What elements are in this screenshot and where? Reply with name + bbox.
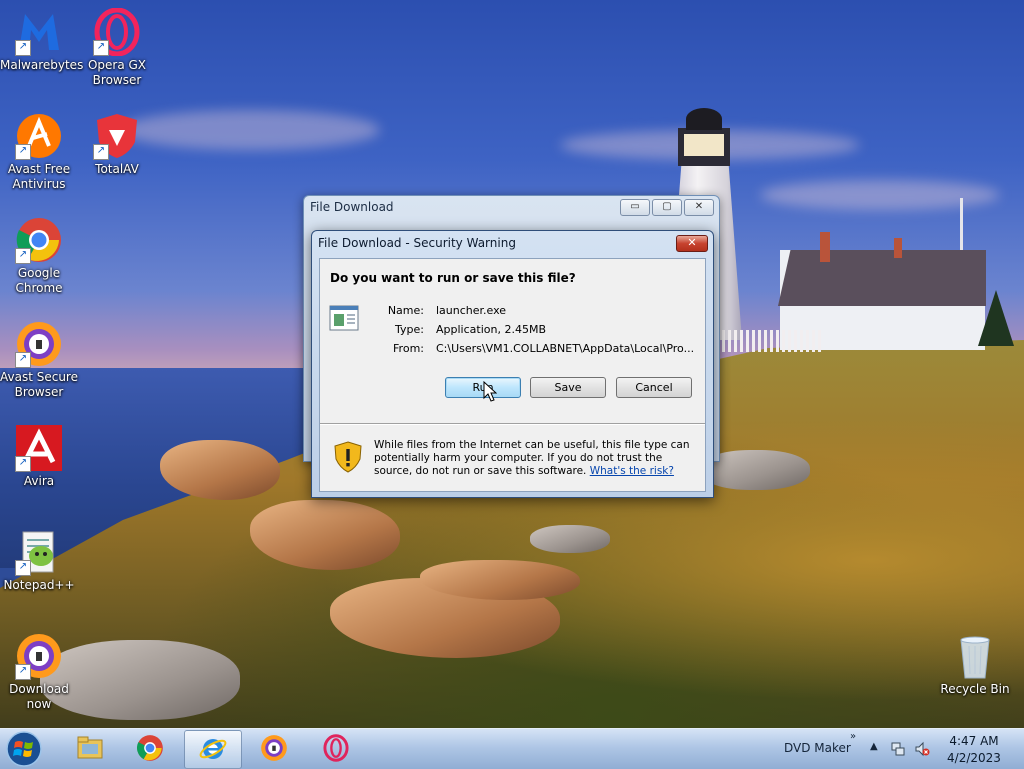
avast-secure-browser-icon: ↗ (15, 632, 63, 680)
recycle-bin-icon (951, 632, 999, 680)
application-file-icon (329, 305, 359, 331)
close-button[interactable]: ✕ (684, 199, 714, 216)
close-icon: ✕ (687, 236, 697, 249)
field-label: From: (393, 342, 424, 355)
show-hidden-icons-icon[interactable]: ▲ (870, 741, 878, 752)
file-path-value: C:\Users\VM1.COLLABNET\AppData\Local\Pro… (436, 342, 695, 355)
dvd-maker-toolbar-label[interactable]: DVD Maker (784, 741, 851, 755)
dialog-question: Do you want to run or save this file? (330, 271, 576, 285)
clock-time: 4:47 AM (949, 734, 999, 748)
desktop-icon-avira[interactable]: ↗ Avira (0, 424, 78, 489)
maximize-button[interactable]: ▢ (652, 199, 682, 216)
security-warning-dialog[interactable]: File Download - Security Warning ✕ Do yo… (311, 230, 714, 498)
volume-muted-icon[interactable] (914, 741, 930, 757)
chrome-icon: ↗ (15, 216, 63, 264)
taskbar-explorer[interactable] (62, 730, 118, 767)
avast-secure-browser-icon (261, 735, 287, 761)
field-label: Name: (387, 304, 424, 317)
file-type-value: Application, 2.45MB (436, 323, 546, 336)
dialog-close-button[interactable]: ✕ (676, 235, 708, 252)
fence (722, 330, 822, 352)
notepadpp-icon: ↗ (15, 528, 63, 576)
field-label: Type: (395, 323, 424, 336)
whats-the-risk-link[interactable]: What's the risk? (590, 465, 674, 477)
toolbar-chevron-icon[interactable]: » (850, 731, 856, 742)
desktop-icon-recycle-bin[interactable]: Recycle Bin (936, 632, 1014, 697)
desktop-icon-opera-gx[interactable]: ↗ Opera GX Browser (78, 7, 156, 88)
avira-icon: ↗ (15, 424, 63, 472)
lighthouse-light (684, 134, 724, 156)
chrome-icon (136, 735, 163, 761)
lighthouse-cap (686, 108, 722, 130)
file-name-value: launcher.exe (436, 304, 507, 317)
dialog-title: File Download - Security Warning (318, 236, 516, 250)
desktop-icon-notepadpp[interactable]: ↗ Notepad++ (0, 528, 78, 593)
chimney (894, 238, 902, 258)
system-clock[interactable]: 4:47 AM 4/2/2023 (944, 733, 1004, 767)
start-button[interactable] (4, 730, 44, 768)
taskbar-opera[interactable] (308, 730, 364, 767)
desktop-icon-totalav[interactable]: ↗ TotalAV (78, 112, 156, 177)
cloud (760, 180, 1000, 210)
window-title: File Download (310, 200, 394, 214)
taskbar-chrome[interactable] (122, 730, 178, 767)
taskbar: DVD Maker » ▲ 4:47 AM 4/2/2023 (0, 728, 1024, 769)
cloud (120, 110, 380, 150)
divider (320, 423, 705, 425)
windows-explorer-icon (77, 736, 103, 759)
rock (530, 525, 610, 553)
close-icon: ✕ (694, 201, 704, 212)
malwarebytes-icon: ↗ (15, 8, 63, 56)
totalav-icon: ↗ (93, 112, 141, 160)
desktop-icon-avast[interactable]: ↗ Avast Free Antivirus (0, 112, 78, 192)
opera-icon (323, 734, 349, 762)
minimize-icon: ▭ (630, 201, 640, 212)
taskbar-avast-secure-browser[interactable] (246, 730, 302, 767)
clock-date: 4/2/2023 (947, 751, 1001, 765)
opera-gx-icon: ↗ (93, 7, 141, 57)
minimize-button[interactable]: ▭ (620, 199, 650, 216)
desktop-icon-chrome[interactable]: ↗ Google Chrome (0, 216, 78, 296)
network-icon[interactable] (890, 741, 906, 757)
desktop-icon-malwarebytes[interactable]: ↗ Malwarebytes (0, 8, 83, 73)
maximize-icon: ▢ (662, 201, 672, 212)
avast-secure-browser-icon: ↗ (15, 320, 63, 368)
avast-icon: ↗ (15, 112, 63, 160)
warning-shield-icon (334, 441, 362, 473)
mouse-cursor-icon (483, 381, 497, 402)
dialog-body: Do you want to run or save this file? Na… (319, 258, 706, 492)
desktop-icon-avast-secure-browser[interactable]: ↗ Avast Secure Browser (0, 320, 78, 400)
save-button[interactable]: Save (530, 377, 606, 398)
cancel-button[interactable]: Cancel (616, 377, 692, 398)
house-roof (778, 250, 986, 306)
warning-message: While files from the Internet can be use… (374, 439, 700, 478)
taskbar-internet-explorer[interactable] (184, 730, 242, 769)
desktop-icon-download-now[interactable]: ↗ Download now (0, 632, 78, 712)
internet-explorer-icon (199, 739, 227, 759)
chimney (820, 232, 830, 262)
